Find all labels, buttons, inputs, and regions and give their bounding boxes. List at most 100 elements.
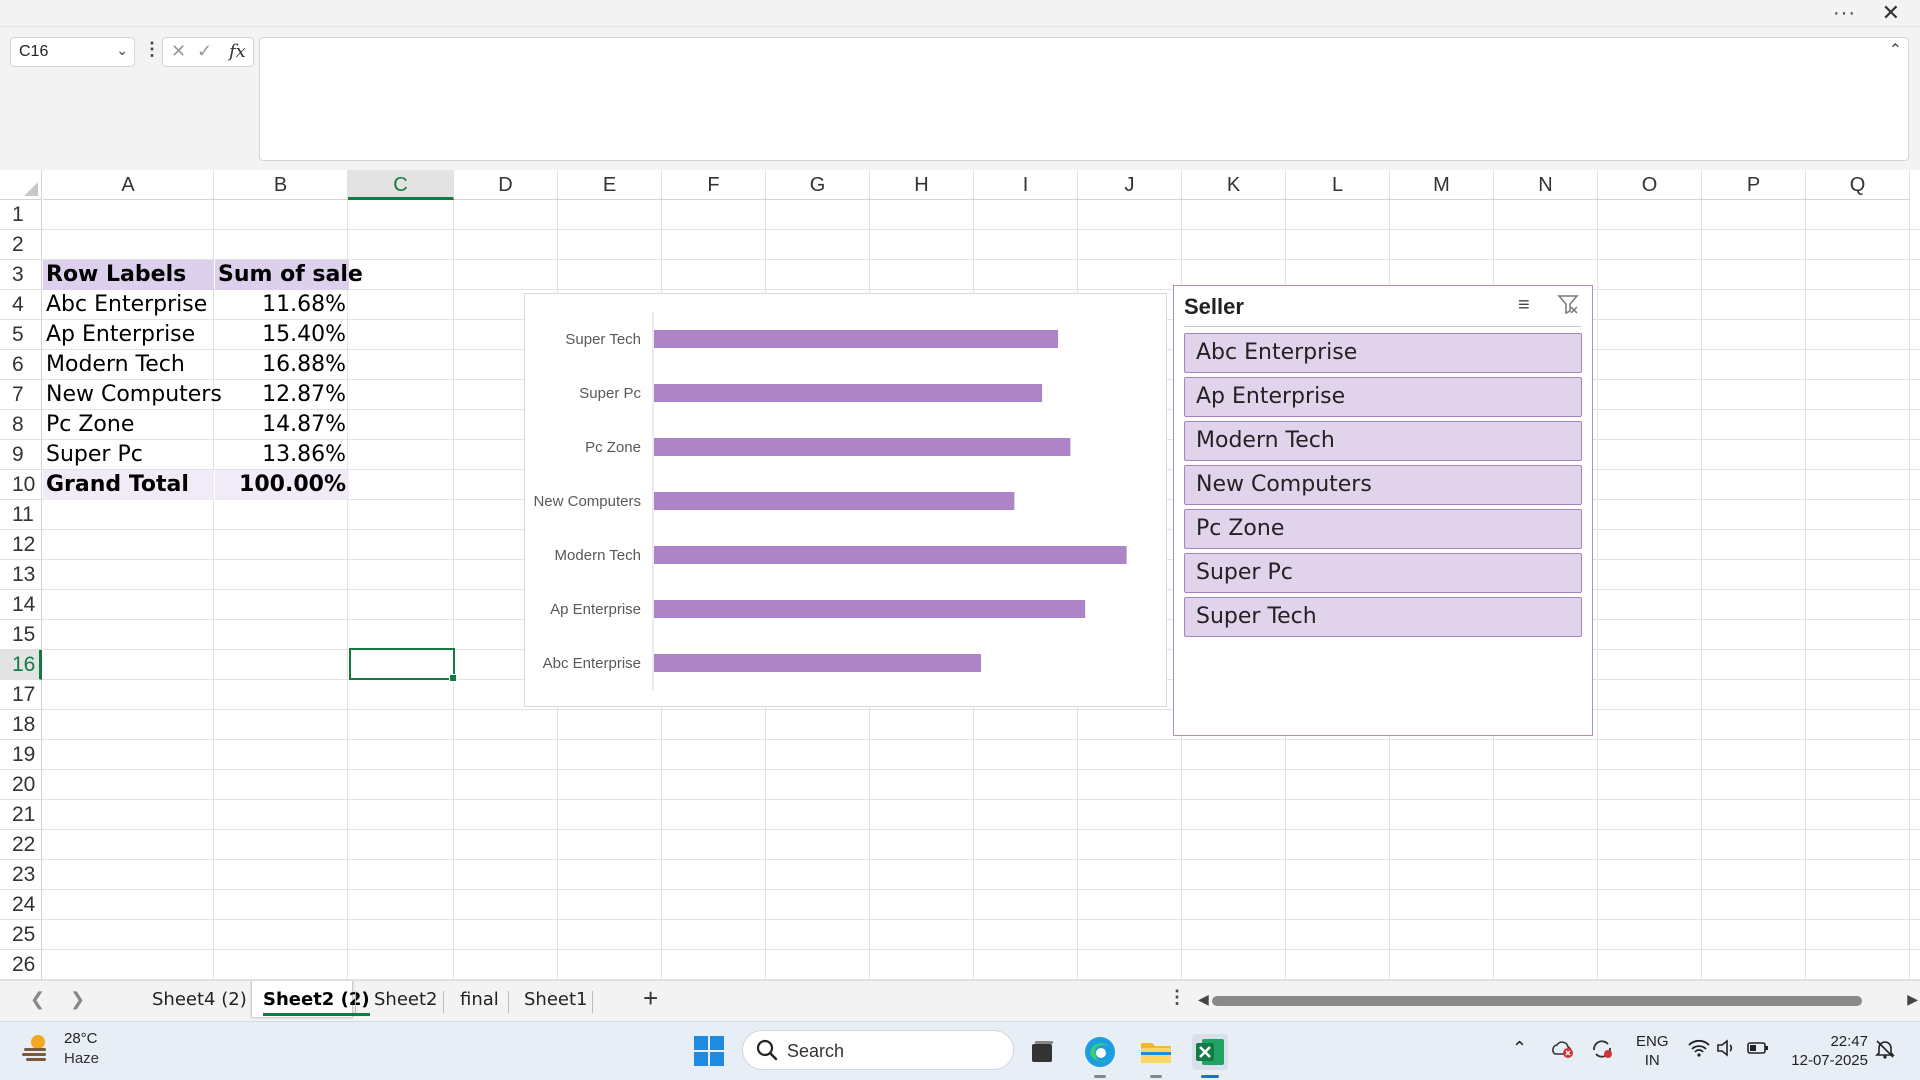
more-options-icon[interactable]: ··· [1833, 2, 1856, 25]
pivot-row-value[interactable]: 12.87% [215, 380, 349, 410]
notifications-bell-icon[interactable] [1874, 1038, 1896, 1065]
row-header-17[interactable]: 17 [0, 680, 42, 710]
sheet-tab-sheet1[interactable]: Sheet1 [524, 989, 588, 1010]
task-view-icon[interactable] [1024, 1034, 1060, 1070]
enter-check-icon[interactable]: ✓ [197, 41, 212, 62]
formula-bar-input[interactable]: ⌃ [259, 37, 1909, 161]
sheet-tab-sheet2[interactable]: Sheet2 [374, 989, 438, 1010]
seller-slicer[interactable]: Seller ≡ Abc Enterprise Ap Enterprise Mode… [1173, 285, 1593, 736]
chart-bar[interactable] [654, 438, 1071, 456]
weather-widget[interactable]: 28°C Haze [20, 1030, 99, 1069]
previous-sheet-icon[interactable]: ❮ [30, 989, 45, 1010]
name-box[interactable]: C16 ⌄ [10, 37, 135, 67]
wifi-icon[interactable] [1688, 1038, 1710, 1063]
vertical-dots-icon[interactable]: ⋮ [143, 39, 161, 60]
column-header-p[interactable]: P [1702, 170, 1806, 200]
pivot-row-label[interactable]: Super Pc [43, 440, 214, 470]
collapse-formula-bar-icon[interactable]: ⌃ [1889, 40, 1902, 60]
horizontal-scrollbar[interactable]: ◀ ▶ [1198, 991, 1920, 1009]
column-header-k[interactable]: K [1182, 170, 1286, 200]
next-sheet-icon[interactable]: ❯ [70, 989, 85, 1010]
chart-bar[interactable] [654, 384, 1043, 402]
pivot-row-label[interactable]: Modern Tech [43, 350, 214, 380]
pivot-row-value[interactable]: 11.68% [215, 290, 349, 320]
column-header-h[interactable]: H [870, 170, 974, 200]
slicer-item[interactable]: New Computers [1184, 465, 1582, 505]
row-header-21[interactable]: 21 [0, 800, 42, 830]
edge-browser-icon[interactable] [1082, 1034, 1118, 1078]
row-header-19[interactable]: 19 [0, 740, 42, 770]
row-header-1[interactable]: 1 [0, 200, 42, 230]
row-header-12[interactable]: 12 [0, 530, 42, 560]
pivot-grand-total-value[interactable]: 100.00% [215, 470, 349, 500]
insert-function-icon[interactable]: fx [229, 41, 246, 62]
row-header-5[interactable]: 5 [0, 320, 42, 350]
select-all-corner[interactable] [0, 170, 42, 200]
column-header-d[interactable]: D [454, 170, 558, 200]
excel-app-icon[interactable] [1192, 1034, 1228, 1078]
pivot-row-label[interactable]: Pc Zone [43, 410, 214, 440]
row-header-16[interactable]: 16 [0, 650, 42, 680]
row-header-24[interactable]: 24 [0, 890, 42, 920]
slicer-item[interactable]: Abc Enterprise [1184, 333, 1582, 373]
system-clock[interactable]: 22:47 12-07-2025 [1788, 1032, 1868, 1070]
file-explorer-icon[interactable] [1138, 1034, 1174, 1078]
row-header-22[interactable]: 22 [0, 830, 42, 860]
row-header-13[interactable]: 13 [0, 560, 42, 590]
windows-start-icon[interactable] [694, 1036, 724, 1066]
pivot-row-label[interactable]: Abc Enterprise [43, 290, 214, 320]
chart-bar[interactable] [654, 492, 1015, 510]
scrollbar-thumb[interactable] [1212, 996, 1862, 1006]
row-header-14[interactable]: 14 [0, 590, 42, 620]
pivot-header-sum-of-sale[interactable]: Sum of sale [215, 260, 363, 290]
pivot-row-label[interactable]: Ap Enterprise [43, 320, 214, 350]
row-header-8[interactable]: 8 [0, 410, 42, 440]
column-header-q[interactable]: Q [1806, 170, 1910, 200]
column-header-m[interactable]: M [1390, 170, 1494, 200]
row-header-25[interactable]: 25 [0, 920, 42, 950]
show-hidden-icons[interactable]: ⌃ [1512, 1038, 1527, 1059]
battery-icon[interactable] [1746, 1038, 1770, 1063]
sync-icon[interactable] [1590, 1038, 1614, 1065]
slicer-item[interactable]: Ap Enterprise [1184, 377, 1582, 417]
row-header-3[interactable]: 3 [0, 260, 42, 290]
pivot-grand-total-label[interactable]: Grand Total [43, 470, 214, 500]
row-header-20[interactable]: 20 [0, 770, 42, 800]
chart-bar[interactable] [654, 600, 1086, 618]
column-header-g[interactable]: G [766, 170, 870, 200]
column-header-e[interactable]: E [558, 170, 662, 200]
scroll-left-icon[interactable]: ◀ [1198, 991, 1209, 1008]
row-header-2[interactable]: 2 [0, 230, 42, 260]
chart-bar[interactable] [654, 330, 1059, 348]
onedrive-error-icon[interactable] [1550, 1038, 1574, 1065]
row-header-23[interactable]: 23 [0, 860, 42, 890]
row-header-7[interactable]: 7 [0, 380, 42, 410]
close-icon[interactable]: ✕ [1882, 0, 1900, 26]
sheet-tab-sheet2-2[interactable]: Sheet2 (2) [263, 989, 370, 1016]
row-header-9[interactable]: 9 [0, 440, 42, 470]
row-header-6[interactable]: 6 [0, 350, 42, 380]
column-header-a[interactable]: A [43, 170, 214, 200]
row-header-11[interactable]: 11 [0, 500, 42, 530]
chart-bar[interactable] [654, 546, 1127, 564]
pivot-row-value[interactable]: 13.86% [215, 440, 349, 470]
row-header-4[interactable]: 4 [0, 290, 42, 320]
pivot-header-row-labels[interactable]: Row Labels ▾ [43, 260, 257, 290]
pivot-row-value[interactable]: 14.87% [215, 410, 349, 440]
chart-bar[interactable] [654, 654, 982, 672]
sheet-tab-sheet4-2[interactable]: Sheet4 (2) [152, 989, 247, 1010]
column-header-i[interactable]: I [974, 170, 1078, 200]
bar-chart[interactable]: Super Tech Super Pc Pc Zone New Computers Mo… [524, 293, 1167, 707]
cancel-icon[interactable]: ✕ [171, 41, 186, 62]
pivot-row-label[interactable]: New Computers [43, 380, 222, 410]
active-cell-c16[interactable] [349, 648, 457, 682]
column-header-o[interactable]: O [1598, 170, 1702, 200]
row-header-10[interactable]: 10 [0, 470, 42, 500]
sheet-tab-final[interactable]: final [460, 989, 499, 1010]
column-header-n[interactable]: N [1494, 170, 1598, 200]
pivot-row-value[interactable]: 16.88% [215, 350, 349, 380]
column-header-c[interactable]: C [348, 170, 454, 200]
clear-filter-icon[interactable] [1556, 292, 1580, 321]
tab-options-icon[interactable]: ⋮ [1168, 987, 1186, 1008]
column-header-b[interactable]: B [214, 170, 348, 200]
